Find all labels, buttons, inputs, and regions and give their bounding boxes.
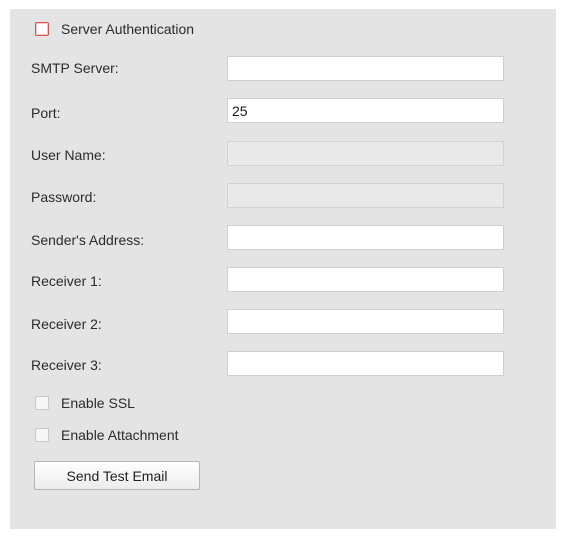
sender-address-label: Sender's Address: [31,232,145,248]
receiver-1-input[interactable] [227,267,504,292]
receiver-3-label: Receiver 3: [31,357,102,373]
receiver-2-label: Receiver 2: [31,316,102,332]
enable-attachment-label: Enable Attachment [61,427,179,443]
password-label: Password: [31,189,97,205]
user-name-input[interactable] [227,141,504,166]
server-authentication-checkbox[interactable] [35,22,49,36]
enable-ssl-label: Enable SSL [61,395,135,411]
receiver-1-label: Receiver 1: [31,273,102,289]
smtp-server-input[interactable] [227,56,504,81]
password-input[interactable] [227,183,504,208]
user-name-label: User Name: [31,147,106,163]
enable-attachment-row[interactable]: Enable Attachment [35,427,179,443]
send-test-email-button[interactable]: Send Test Email [34,461,200,490]
smtp-server-label: SMTP Server: [31,60,119,76]
port-label: Port: [31,105,61,121]
server-authentication-row[interactable]: Server Authentication [35,21,194,37]
server-authentication-label: Server Authentication [61,21,195,37]
receiver-3-input[interactable] [227,351,504,376]
sender-address-input[interactable] [227,225,504,250]
enable-attachment-checkbox[interactable] [35,428,49,442]
enable-ssl-row[interactable]: Enable SSL [35,395,135,411]
port-input[interactable] [227,98,504,123]
email-settings-panel: Server Authentication SMTP Server: Port:… [10,9,556,529]
enable-ssl-checkbox[interactable] [35,396,49,410]
receiver-2-input[interactable] [227,309,504,334]
